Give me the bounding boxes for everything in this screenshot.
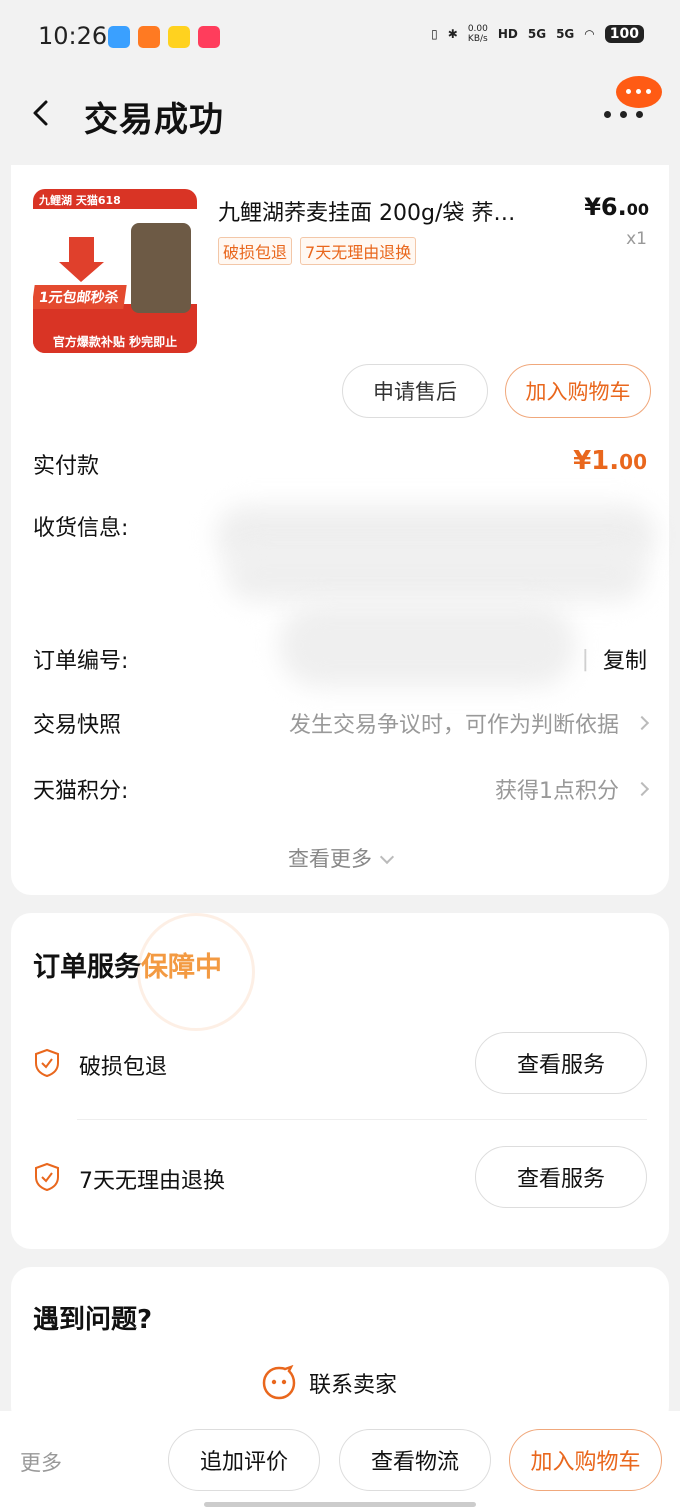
app-notification-icon xyxy=(198,26,220,48)
snapshot-value-wrap: 发生交易争议时，可作为判断依据 xyxy=(288,707,650,739)
after-sale-button[interactable]: 申请售后 xyxy=(342,364,488,418)
home-indicator[interactable] xyxy=(204,1502,476,1507)
system-icons: ▯ ✱ 0.00 KB/s HD 5G 5G ◠ 100 xyxy=(431,24,644,44)
signal-5g-icon: 5G xyxy=(527,27,547,41)
bluetooth-icon: ✱ xyxy=(447,27,458,41)
product-tag: 7天无理由退换 xyxy=(300,237,417,265)
order-card: 九鲤湖 天猫618 1元包邮秒杀 官方爆款补贴 秒完即止 九鲤湖荞麦挂面 200… xyxy=(11,165,669,895)
service-label: 破损包退 xyxy=(79,1055,168,1080)
hd-icon: HD xyxy=(497,27,518,41)
title-bar: 交易成功 xyxy=(0,76,680,154)
help-card: 遇到问题? 联系卖家 xyxy=(11,1267,669,1427)
vibrate-icon: ▯ xyxy=(431,27,438,41)
paid-amount-row: 实付款 ¥1.00 xyxy=(33,446,647,482)
redacted-order-number xyxy=(279,603,575,687)
add-to-cart-bottom-button[interactable]: 加入购物车 xyxy=(509,1429,662,1491)
view-logistics-button[interactable]: 查看物流 xyxy=(339,1429,491,1491)
app-notification-icon xyxy=(168,26,190,48)
shield-check-icon xyxy=(35,1048,59,1078)
back-arrow-icon[interactable] xyxy=(28,96,58,130)
thumb-top-banner: 九鲤湖 天猫618 xyxy=(33,189,197,209)
service-card: 订单服务保障中 破损包退 查看服务 7天无理由退换 查看服务 xyxy=(11,913,669,1249)
product-name[interactable]: 九鲤湖荞麦挂面 200g/袋 荞… xyxy=(218,195,558,227)
order-number-actions: | 复制 xyxy=(576,643,647,675)
bottom-action-bar: 更多 追加评价 查看物流 加入购物车 xyxy=(0,1411,680,1511)
notification-icons xyxy=(108,26,220,48)
product-tag: 破损包退 xyxy=(218,237,293,265)
chevron-down-icon xyxy=(379,849,395,865)
service-item: 7天无理由退换 查看服务 xyxy=(33,1146,647,1208)
product-price: ¥6.00 xyxy=(584,193,649,221)
app-notification-icon xyxy=(108,26,130,48)
add-to-cart-button[interactable]: 加入购物车 xyxy=(505,364,651,418)
more-menu-icon[interactable] xyxy=(604,108,644,118)
thumb-badge-icon xyxy=(59,237,104,282)
paid-amount: ¥1.00 xyxy=(573,446,647,476)
snapshot-value: 发生交易争议时，可作为判断依据 xyxy=(288,713,619,738)
network-speed-value: 0.00 xyxy=(467,24,488,34)
battery-icon: 100 xyxy=(604,25,644,43)
signal-5g-icon-2: 5G xyxy=(556,27,575,41)
view-service-button[interactable]: 查看服务 xyxy=(475,1146,647,1208)
separator: | xyxy=(581,646,589,672)
see-more-button[interactable]: 查看更多 xyxy=(11,843,669,873)
service-label: 7天无理由退换 xyxy=(79,1169,225,1194)
app-notification-icon xyxy=(138,26,160,48)
seller-chat-icon xyxy=(262,1365,296,1400)
product-quantity: x1 xyxy=(626,229,647,249)
redacted-shipping-info xyxy=(226,545,646,601)
points-row[interactable]: 天猫积分: 获得1点积分 xyxy=(33,773,650,807)
see-more-label: 查看更多 xyxy=(288,847,372,871)
thumb-bottom-banner: 官方爆款补贴 秒完即止 xyxy=(33,331,197,353)
add-review-button[interactable]: 追加评价 xyxy=(168,1429,320,1491)
thumb-promo: 1元包邮秒杀 xyxy=(33,285,127,309)
chevron-right-icon xyxy=(634,781,650,797)
view-service-button[interactable]: 查看服务 xyxy=(475,1032,647,1094)
snapshot-row[interactable]: 交易快照 发生交易争议时，可作为判断依据 xyxy=(33,707,650,741)
points-label: 天猫积分: xyxy=(33,779,129,804)
service-title-prefix: 订单服务 xyxy=(33,952,141,983)
contact-seller-label: 联系卖家 xyxy=(309,1373,398,1398)
snapshot-label: 交易快照 xyxy=(33,713,122,738)
wifi-icon: ◠ xyxy=(584,27,595,41)
paid-main: ¥1. xyxy=(573,446,620,476)
status-time: 10:26 xyxy=(38,22,108,50)
points-value-wrap: 获得1点积分 xyxy=(495,773,650,805)
contact-seller-button[interactable]: 联系卖家 xyxy=(261,1365,397,1401)
order-number-label: 订单编号: xyxy=(33,649,129,674)
thumb-product-package xyxy=(131,223,191,313)
page-title: 交易成功 xyxy=(84,100,224,140)
network-speed-unit: KB/s xyxy=(467,34,488,44)
points-value: 获得1点积分 xyxy=(495,779,619,804)
more-actions-button[interactable]: 更多 xyxy=(20,1447,62,1477)
copy-button[interactable]: 复制 xyxy=(603,643,647,675)
paid-decimal: 00 xyxy=(619,450,647,474)
price-decimal: 00 xyxy=(626,200,649,219)
price-main: ¥6. xyxy=(584,193,627,221)
service-item: 破损包退 查看服务 xyxy=(33,1032,647,1094)
service-status: 保障中 xyxy=(141,952,222,983)
chevron-right-icon xyxy=(634,715,650,731)
message-bubble-icon[interactable] xyxy=(616,76,662,108)
shipping-label: 收货信息: xyxy=(33,516,129,541)
paid-label: 实付款 xyxy=(33,454,100,479)
help-title: 遇到问题? xyxy=(33,1305,153,1335)
status-bar: 10:26 ▯ ✱ 0.00 KB/s HD 5G 5G ◠ 100 xyxy=(0,0,680,76)
product-tags: 破损包退 7天无理由退换 xyxy=(218,237,417,265)
service-title: 订单服务保障中 xyxy=(33,945,222,984)
network-speed: 0.00 KB/s xyxy=(468,24,488,44)
product-image[interactable]: 九鲤湖 天猫618 1元包邮秒杀 官方爆款补贴 秒完即止 xyxy=(33,189,197,353)
shield-check-icon xyxy=(35,1162,59,1192)
divider xyxy=(77,1119,647,1120)
